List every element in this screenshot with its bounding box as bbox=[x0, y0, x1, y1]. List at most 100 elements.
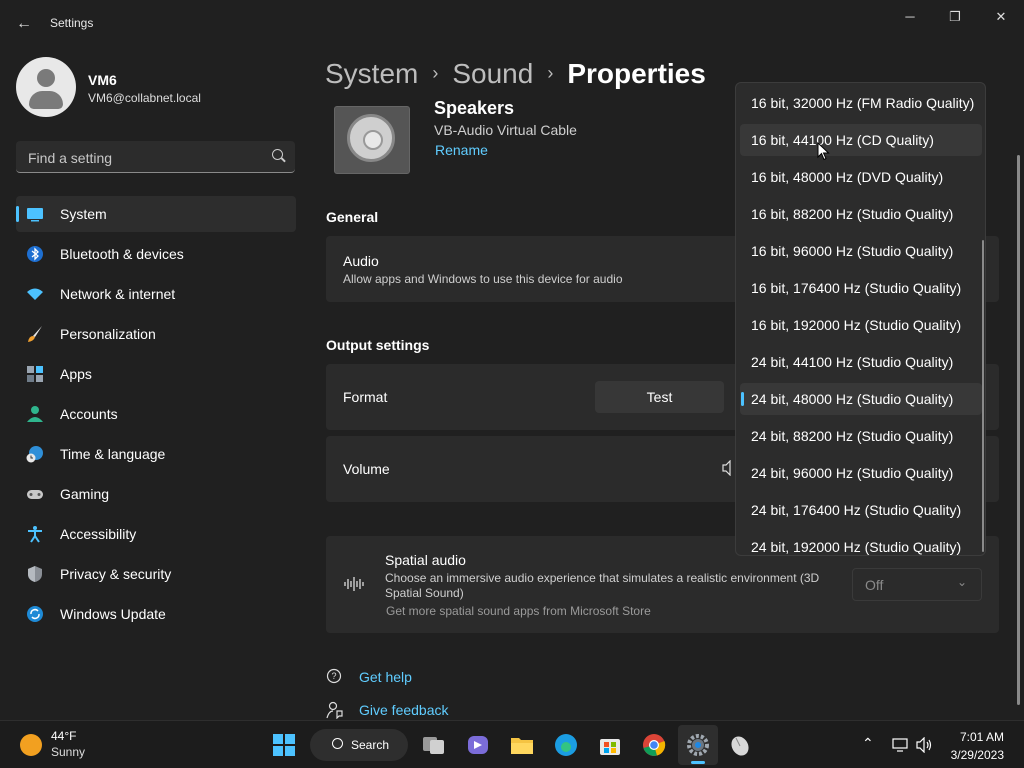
sidebar-item-windows-update[interactable]: Windows Update bbox=[16, 596, 296, 632]
shield-icon bbox=[28, 566, 42, 582]
format-option[interactable]: 16 bit, 88200 Hz (Studio Quality) bbox=[740, 198, 982, 230]
start-icon[interactable] bbox=[270, 731, 298, 759]
chrome-icon[interactable] bbox=[640, 731, 668, 759]
edge-icon[interactable] bbox=[552, 731, 580, 759]
task-view-icon[interactable] bbox=[420, 731, 448, 759]
svg-text:?: ? bbox=[332, 671, 337, 681]
sidebar-item-label: Accessibility bbox=[60, 526, 137, 542]
volume-icon[interactable] bbox=[916, 737, 934, 753]
format-option-label: 16 bit, 32000 Hz (FM Radio Quality) bbox=[751, 95, 975, 111]
sidebar-item-accessibility[interactable]: Accessibility bbox=[16, 516, 296, 552]
search-icon[interactable] bbox=[272, 149, 283, 160]
settings-taskbar-active[interactable] bbox=[678, 725, 718, 765]
update-icon bbox=[27, 606, 43, 622]
sidebar-item-accounts[interactable]: Accounts bbox=[16, 396, 296, 432]
device-name: Speakers bbox=[434, 98, 515, 118]
system-icon bbox=[27, 208, 43, 222]
get-help-link[interactable]: Get help bbox=[359, 669, 412, 685]
clock[interactable]: 7:01 AM 3/29/2023 bbox=[951, 730, 1004, 762]
sidebar-item-network[interactable]: Network & internet bbox=[16, 276, 296, 312]
sidebar-item-personalization[interactable]: Personalization bbox=[16, 316, 296, 352]
help-icon: ? bbox=[326, 668, 342, 684]
user-name: VM6 bbox=[88, 72, 117, 88]
format-option[interactable]: 16 bit, 44100 Hz (CD Quality) bbox=[740, 124, 982, 156]
format-option[interactable]: 16 bit, 96000 Hz (Studio Quality) bbox=[740, 235, 982, 267]
format-option[interactable]: 16 bit, 48000 Hz (DVD Quality) bbox=[740, 161, 982, 193]
weather-temp[interactable]: 44°F bbox=[51, 729, 76, 743]
clock-time: 7:01 AM bbox=[959, 730, 1004, 744]
format-option[interactable]: 16 bit, 192000 Hz (Studio Quality) bbox=[740, 309, 982, 341]
store-icon[interactable] bbox=[596, 731, 624, 759]
sidebar-item-label: System bbox=[60, 206, 107, 222]
sidebar-item-label: Personalization bbox=[60, 326, 156, 342]
speaker-device-image bbox=[334, 106, 410, 174]
sidebar-item-apps[interactable]: Apps bbox=[16, 356, 296, 392]
volume-title: Volume bbox=[343, 461, 390, 477]
back-arrow-icon[interactable]: ← bbox=[14, 14, 34, 34]
dropdown-scrollbar[interactable] bbox=[982, 240, 984, 552]
rename-link[interactable]: Rename bbox=[435, 142, 488, 158]
breadcrumb-separator: › bbox=[432, 63, 439, 83]
format-option[interactable]: 24 bit, 44100 Hz (Studio Quality) bbox=[740, 346, 982, 378]
globe-clock-icon bbox=[26, 446, 43, 463]
spatial-audio-subtitle-2: Spatial Sound) bbox=[385, 586, 464, 600]
search-input[interactable] bbox=[26, 147, 260, 169]
sun-weather-icon[interactable] bbox=[20, 734, 42, 756]
format-option-label: 16 bit, 88200 Hz (Studio Quality) bbox=[751, 206, 954, 222]
mouse-cursor-icon bbox=[817, 142, 830, 161]
speaker-volume-icon[interactable] bbox=[722, 460, 736, 476]
taskbar-search[interactable]: Search bbox=[310, 729, 408, 761]
format-option[interactable]: 24 bit, 192000 Hz (Studio Quality) bbox=[740, 531, 982, 555]
format-option-label: 24 bit, 192000 Hz (Studio Quality) bbox=[751, 539, 962, 555]
sidebar-item-label: Gaming bbox=[60, 486, 110, 502]
sidebar-item-gaming[interactable]: Gaming bbox=[16, 476, 296, 512]
sidebar-item-bluetooth[interactable]: Bluetooth & devices bbox=[16, 236, 296, 272]
page-scrollbar[interactable] bbox=[1017, 155, 1020, 705]
audio-title: Audio bbox=[343, 253, 379, 269]
clock-date: 3/29/2023 bbox=[950, 748, 1004, 762]
sidebar-item-label: Windows Update bbox=[60, 606, 166, 622]
format-option[interactable]: 16 bit, 32000 Hz (FM Radio Quality) bbox=[740, 87, 982, 119]
controller-icon bbox=[27, 490, 43, 499]
breadcrumb-sound[interactable]: Sound bbox=[452, 58, 533, 89]
title-bar: ← Settings ─ ❐ ✕ bbox=[0, 0, 1024, 48]
sidebar-item-time-language[interactable]: Time & language bbox=[16, 436, 296, 472]
give-feedback-link[interactable]: Give feedback bbox=[359, 702, 449, 718]
test-button[interactable]: Test bbox=[595, 381, 724, 413]
teams-icon[interactable] bbox=[464, 731, 492, 759]
format-option[interactable]: 24 bit, 96000 Hz (Studio Quality) bbox=[740, 457, 982, 489]
breadcrumb: System › Sound › Properties bbox=[325, 58, 706, 90]
accessibility-icon bbox=[28, 526, 42, 543]
mouse-app-icon[interactable] bbox=[726, 731, 754, 759]
format-option-label: 24 bit, 48000 Hz (Studio Quality) bbox=[751, 391, 954, 407]
output-settings-heading: Output settings bbox=[326, 337, 430, 353]
format-option[interactable]: 24 bit, 88200 Hz (Studio Quality) bbox=[740, 420, 982, 452]
spatial-audio-select[interactable]: Off ⌄ bbox=[852, 568, 982, 601]
format-option-selected[interactable]: 24 bit, 48000 Hz (Studio Quality) bbox=[740, 383, 982, 415]
search-box[interactable] bbox=[16, 141, 295, 173]
sidebar-item-label: Network & internet bbox=[60, 286, 176, 302]
format-dropdown: 16 bit, 32000 Hz (FM Radio Quality) 16 b… bbox=[735, 82, 986, 556]
maximize-button[interactable]: ❐ bbox=[932, 6, 978, 28]
minimize-button[interactable]: ─ bbox=[887, 6, 933, 28]
format-option[interactable]: 24 bit, 176400 Hz (Studio Quality) bbox=[740, 494, 982, 526]
wifi-icon bbox=[27, 288, 43, 300]
network-icon[interactable] bbox=[892, 737, 910, 753]
sidebar-item-privacy[interactable]: Privacy & security bbox=[16, 556, 296, 592]
spatial-audio-title: Spatial audio bbox=[385, 552, 466, 568]
format-option-label: 16 bit, 44100 Hz (CD Quality) bbox=[751, 132, 934, 148]
format-option[interactable]: 16 bit, 176400 Hz (Studio Quality) bbox=[740, 272, 982, 304]
chevron-down-icon: ⌄ bbox=[956, 575, 967, 589]
accounts-icon bbox=[27, 406, 43, 422]
chevron-up-icon[interactable]: ⌃ bbox=[862, 735, 874, 752]
microsoft-store-link[interactable]: Get more spatial sound apps from Microso… bbox=[386, 604, 651, 618]
breadcrumb-system[interactable]: System bbox=[325, 58, 418, 89]
file-explorer-icon[interactable] bbox=[508, 731, 536, 759]
close-button[interactable]: ✕ bbox=[978, 6, 1024, 28]
apps-icon bbox=[27, 366, 43, 382]
general-heading: General bbox=[326, 209, 379, 225]
weather-condition[interactable]: Sunny bbox=[51, 745, 85, 759]
sidebar-item-system[interactable]: System bbox=[16, 196, 296, 232]
avatar[interactable] bbox=[16, 57, 76, 117]
audio-subtitle: Allow apps and Windows to use this devic… bbox=[343, 272, 623, 286]
